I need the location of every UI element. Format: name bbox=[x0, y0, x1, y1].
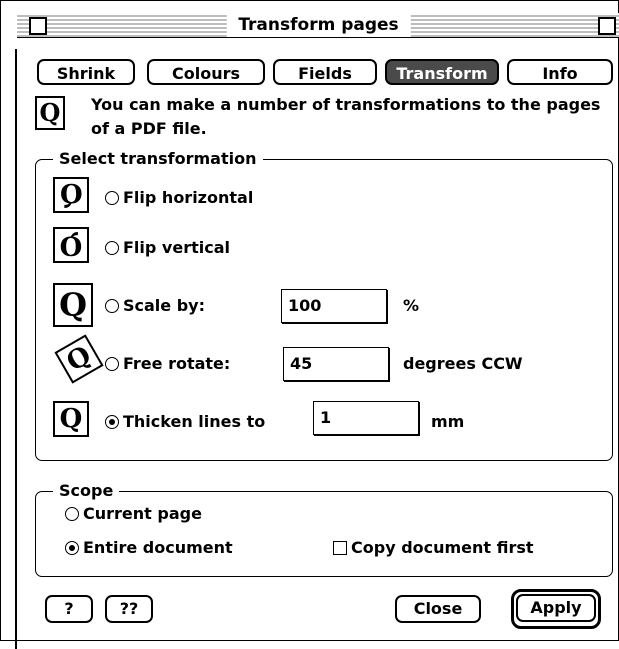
tab-shrink[interactable]: Shrink bbox=[37, 59, 135, 85]
thicken-lines-icon: Q bbox=[53, 401, 89, 437]
thicken-lines-unit-label: mm bbox=[431, 412, 465, 431]
scale-icon: Q bbox=[53, 283, 93, 327]
scale-by-label[interactable]: Scale by: bbox=[123, 296, 205, 316]
thicken-lines-label[interactable]: Thicken lines to bbox=[123, 412, 265, 432]
apply-button[interactable]: Apply bbox=[511, 589, 601, 629]
tab-colours[interactable]: Colours bbox=[147, 59, 265, 85]
intro-text: You can make a number of transformations… bbox=[91, 95, 601, 138]
flip-vertical-icon: Q bbox=[53, 227, 89, 263]
more-help-button[interactable]: ?? bbox=[105, 595, 153, 623]
free-rotate-unit-label: degrees CCW bbox=[403, 354, 523, 373]
entire-document-label[interactable]: Entire document bbox=[83, 538, 233, 558]
flip-horizontal-icon: Q bbox=[53, 177, 89, 213]
tab-transform[interactable]: Transform bbox=[385, 59, 499, 85]
free-rotate-input[interactable]: 45 bbox=[283, 347, 389, 381]
free-rotate-radio[interactable] bbox=[105, 357, 119, 371]
window-title: Transform pages bbox=[226, 13, 411, 37]
flip-vertical-radio[interactable] bbox=[105, 241, 119, 255]
flip-horizontal-radio[interactable] bbox=[105, 191, 119, 205]
current-page-label[interactable]: Current page bbox=[83, 504, 202, 524]
scale-by-radio[interactable] bbox=[105, 299, 119, 313]
scale-unit-label: % bbox=[403, 296, 420, 315]
apply-button-label: Apply bbox=[516, 594, 596, 622]
entire-document-radio[interactable] bbox=[65, 541, 79, 555]
transform-pages-window: Transform pages Shrink Colours Fields Tr… bbox=[0, 0, 619, 649]
free-rotate-label[interactable]: Free rotate: bbox=[123, 354, 230, 374]
title-bar[interactable]: Transform pages bbox=[17, 13, 619, 38]
select-transformation-legend: Select transformation bbox=[53, 149, 263, 169]
current-page-radio[interactable] bbox=[65, 507, 79, 521]
flip-vertical-label[interactable]: Flip vertical bbox=[123, 238, 230, 258]
tab-info[interactable]: Info bbox=[507, 59, 613, 85]
thicken-lines-radio[interactable] bbox=[105, 415, 119, 429]
flip-horizontal-label[interactable]: Flip horizontal bbox=[123, 188, 253, 208]
close-box-icon[interactable] bbox=[29, 17, 47, 35]
thicken-lines-input[interactable]: 1 bbox=[313, 401, 419, 435]
zoom-box-icon[interactable] bbox=[598, 17, 616, 35]
pdf-logo-icon: Q bbox=[35, 96, 65, 130]
scope-legend: Scope bbox=[53, 481, 120, 501]
help-button[interactable]: ? bbox=[45, 595, 93, 623]
tab-fields[interactable]: Fields bbox=[273, 59, 377, 85]
copy-document-first-label[interactable]: Copy document first bbox=[351, 538, 534, 558]
copy-document-first-checkbox[interactable] bbox=[333, 541, 347, 555]
close-button[interactable]: Close bbox=[395, 595, 481, 623]
scale-by-input[interactable]: 100 bbox=[281, 289, 387, 323]
